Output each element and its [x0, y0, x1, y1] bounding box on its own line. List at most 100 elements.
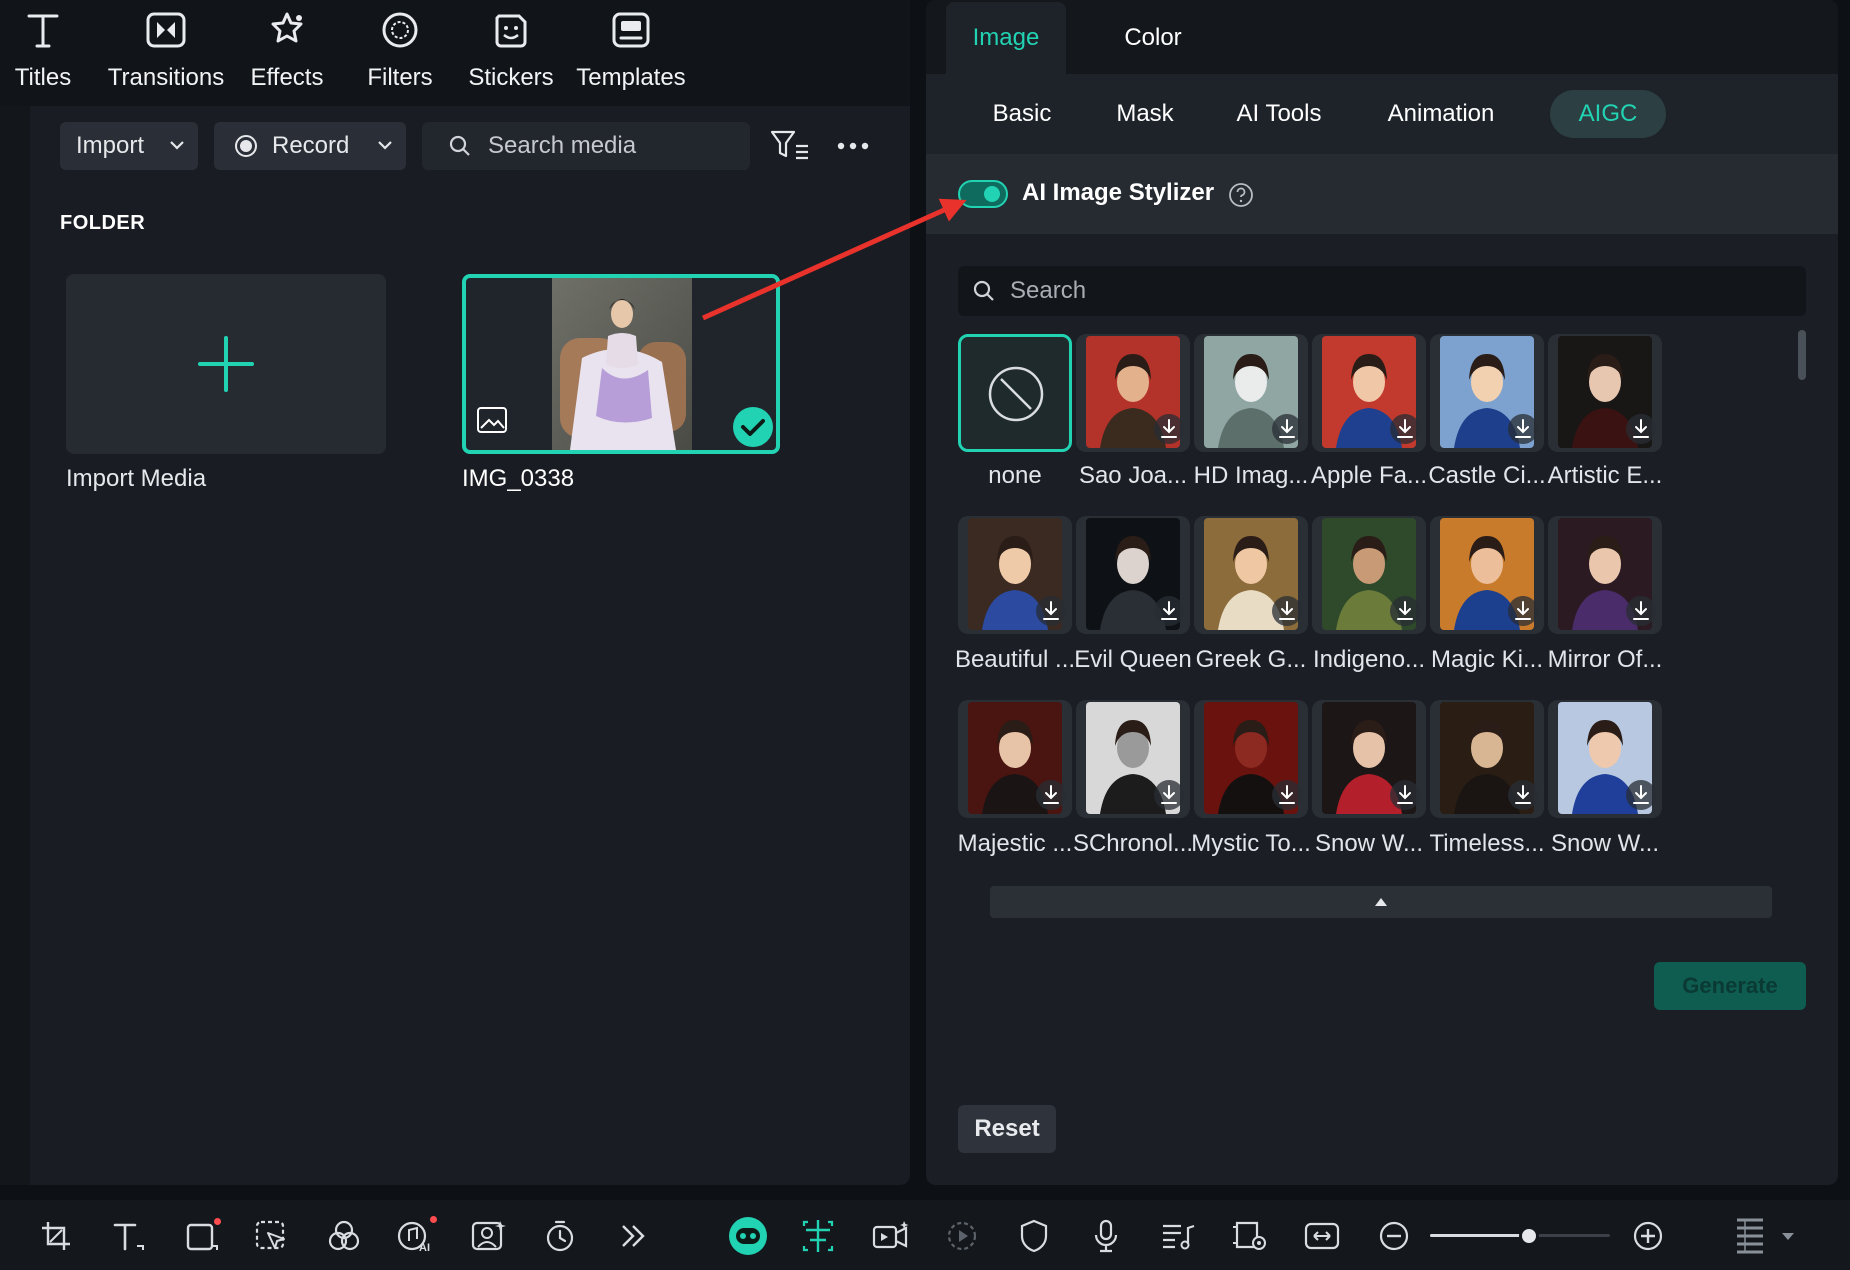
playback-disabled-icon	[942, 1216, 982, 1256]
generate-button[interactable]: Generate	[1654, 962, 1806, 1010]
style-card[interactable]	[1194, 516, 1308, 634]
chevron-down-icon	[376, 136, 394, 154]
style-card[interactable]	[1548, 700, 1662, 818]
ai-video-icon[interactable]	[870, 1216, 910, 1256]
download-icon[interactable]	[1390, 780, 1420, 810]
style-card[interactable]	[1548, 516, 1662, 634]
tab-image-label: Image	[972, 24, 1040, 51]
style-card[interactable]	[1076, 516, 1190, 634]
tool-effects[interactable]: Effects	[248, 8, 326, 98]
snap-center-icon[interactable]	[798, 1216, 838, 1256]
style-card[interactable]	[1076, 700, 1190, 818]
download-icon[interactable]	[1036, 596, 1066, 626]
subtab-mask[interactable]: Mask	[1098, 90, 1192, 138]
track-layout-icon[interactable]	[1730, 1216, 1770, 1256]
ai-portrait-icon[interactable]	[468, 1216, 508, 1256]
download-icon[interactable]	[1036, 780, 1066, 810]
tool-templates[interactable]: Templates	[574, 8, 688, 98]
help-icon[interactable]	[1228, 182, 1254, 208]
media-item-thumbnail[interactable]	[462, 274, 780, 454]
speed-timer-icon[interactable]	[540, 1216, 580, 1256]
download-icon[interactable]	[1626, 414, 1656, 444]
stylizer-toggle[interactable]	[958, 180, 1008, 208]
filter-sort-icon[interactable]	[770, 128, 810, 164]
new-badge-dot	[214, 1218, 221, 1225]
download-icon[interactable]	[1154, 780, 1184, 810]
tool-transitions[interactable]: Transitions	[104, 8, 228, 98]
subtab-ai-tools[interactable]: AI Tools	[1216, 90, 1342, 138]
zoom-in-icon[interactable]	[1628, 1216, 1668, 1256]
style-card[interactable]	[1430, 334, 1544, 452]
download-icon[interactable]	[1508, 414, 1538, 444]
download-icon[interactable]	[1390, 414, 1420, 444]
reset-button[interactable]: Reset	[958, 1105, 1056, 1153]
download-icon[interactable]	[1154, 596, 1184, 626]
crop-icon[interactable]	[36, 1216, 76, 1256]
search-media-input[interactable]: Search media	[422, 122, 750, 170]
microphone-icon[interactable]	[1086, 1216, 1126, 1256]
style-card[interactable]	[1430, 516, 1544, 634]
record-dropdown[interactable]: Record	[214, 122, 406, 170]
scrollbar-thumb[interactable]	[1798, 330, 1806, 380]
subtab-label: AIGC	[1578, 100, 1638, 127]
download-icon[interactable]	[1508, 596, 1538, 626]
none-icon	[987, 365, 1045, 423]
style-search-input[interactable]: Search	[958, 266, 1806, 316]
text-tool-icon[interactable]	[108, 1216, 148, 1256]
collapse-bar[interactable]	[990, 886, 1772, 918]
tool-titles[interactable]: Titles	[10, 8, 76, 98]
style-card-label: Snow W...	[1550, 830, 1660, 857]
style-card[interactable]	[1194, 700, 1308, 818]
download-icon[interactable]	[1390, 596, 1420, 626]
ai-audio-icon[interactable]: AI	[396, 1216, 437, 1256]
zoom-slider-knob[interactable]	[1519, 1226, 1539, 1246]
style-card[interactable]	[958, 700, 1072, 818]
more-options-icon[interactable]	[836, 136, 870, 156]
preview-monitor-icon[interactable]	[1230, 1216, 1270, 1256]
download-icon[interactable]	[1154, 414, 1184, 444]
import-dropdown[interactable]: Import	[60, 122, 198, 170]
tool-label: Titles	[14, 64, 72, 91]
smart-cutout-icon[interactable]	[252, 1216, 292, 1256]
style-card[interactable]	[1312, 700, 1426, 818]
zoom-slider[interactable]	[1430, 1224, 1610, 1248]
download-icon[interactable]	[1626, 780, 1656, 810]
download-icon[interactable]	[1272, 414, 1302, 444]
shield-icon[interactable]	[1014, 1216, 1054, 1256]
style-card[interactable]	[958, 516, 1072, 634]
shape-tool-icon[interactable]	[182, 1216, 222, 1256]
tab-image[interactable]: Image	[946, 2, 1066, 74]
import-media-tile[interactable]	[66, 274, 386, 454]
subtab-basic[interactable]: Basic	[970, 90, 1074, 138]
stickers-icon	[489, 8, 533, 52]
top-tab-bar: Image Color	[926, 0, 1838, 74]
left-gutter	[0, 106, 30, 1185]
tab-color-label: Color	[1124, 24, 1182, 51]
style-card[interactable]	[1548, 334, 1662, 452]
download-icon[interactable]	[1272, 596, 1302, 626]
subtab-label: Animation	[1387, 100, 1495, 127]
subtab-aigc[interactable]: AIGC	[1550, 90, 1666, 138]
download-icon[interactable]	[1626, 596, 1656, 626]
download-icon[interactable]	[1272, 780, 1302, 810]
download-icon[interactable]	[1508, 780, 1538, 810]
tool-label: Transitions	[107, 64, 225, 91]
fit-width-icon[interactable]	[1302, 1216, 1342, 1256]
style-card[interactable]	[1194, 334, 1308, 452]
style-card[interactable]	[1312, 334, 1426, 452]
style-card[interactable]	[1076, 334, 1190, 452]
zoom-out-icon[interactable]	[1374, 1216, 1414, 1256]
tool-filters[interactable]: Filters	[362, 8, 438, 98]
tool-stickers[interactable]: Stickers	[466, 8, 556, 98]
style-card[interactable]	[958, 334, 1072, 452]
tab-color[interactable]: Color	[1088, 2, 1218, 74]
subtab-animation[interactable]: Animation	[1366, 90, 1516, 138]
ai-copilot-icon[interactable]	[726, 1214, 770, 1258]
more-tools-chevron-icon[interactable]	[612, 1216, 652, 1256]
track-layout-dropdown-icon[interactable]	[1778, 1216, 1798, 1256]
style-card[interactable]	[1312, 516, 1426, 634]
timeline-toolbar: AI	[0, 1200, 1850, 1270]
color-match-icon[interactable]	[324, 1216, 364, 1256]
style-card[interactable]	[1430, 700, 1544, 818]
audio-list-icon[interactable]	[1158, 1216, 1198, 1256]
